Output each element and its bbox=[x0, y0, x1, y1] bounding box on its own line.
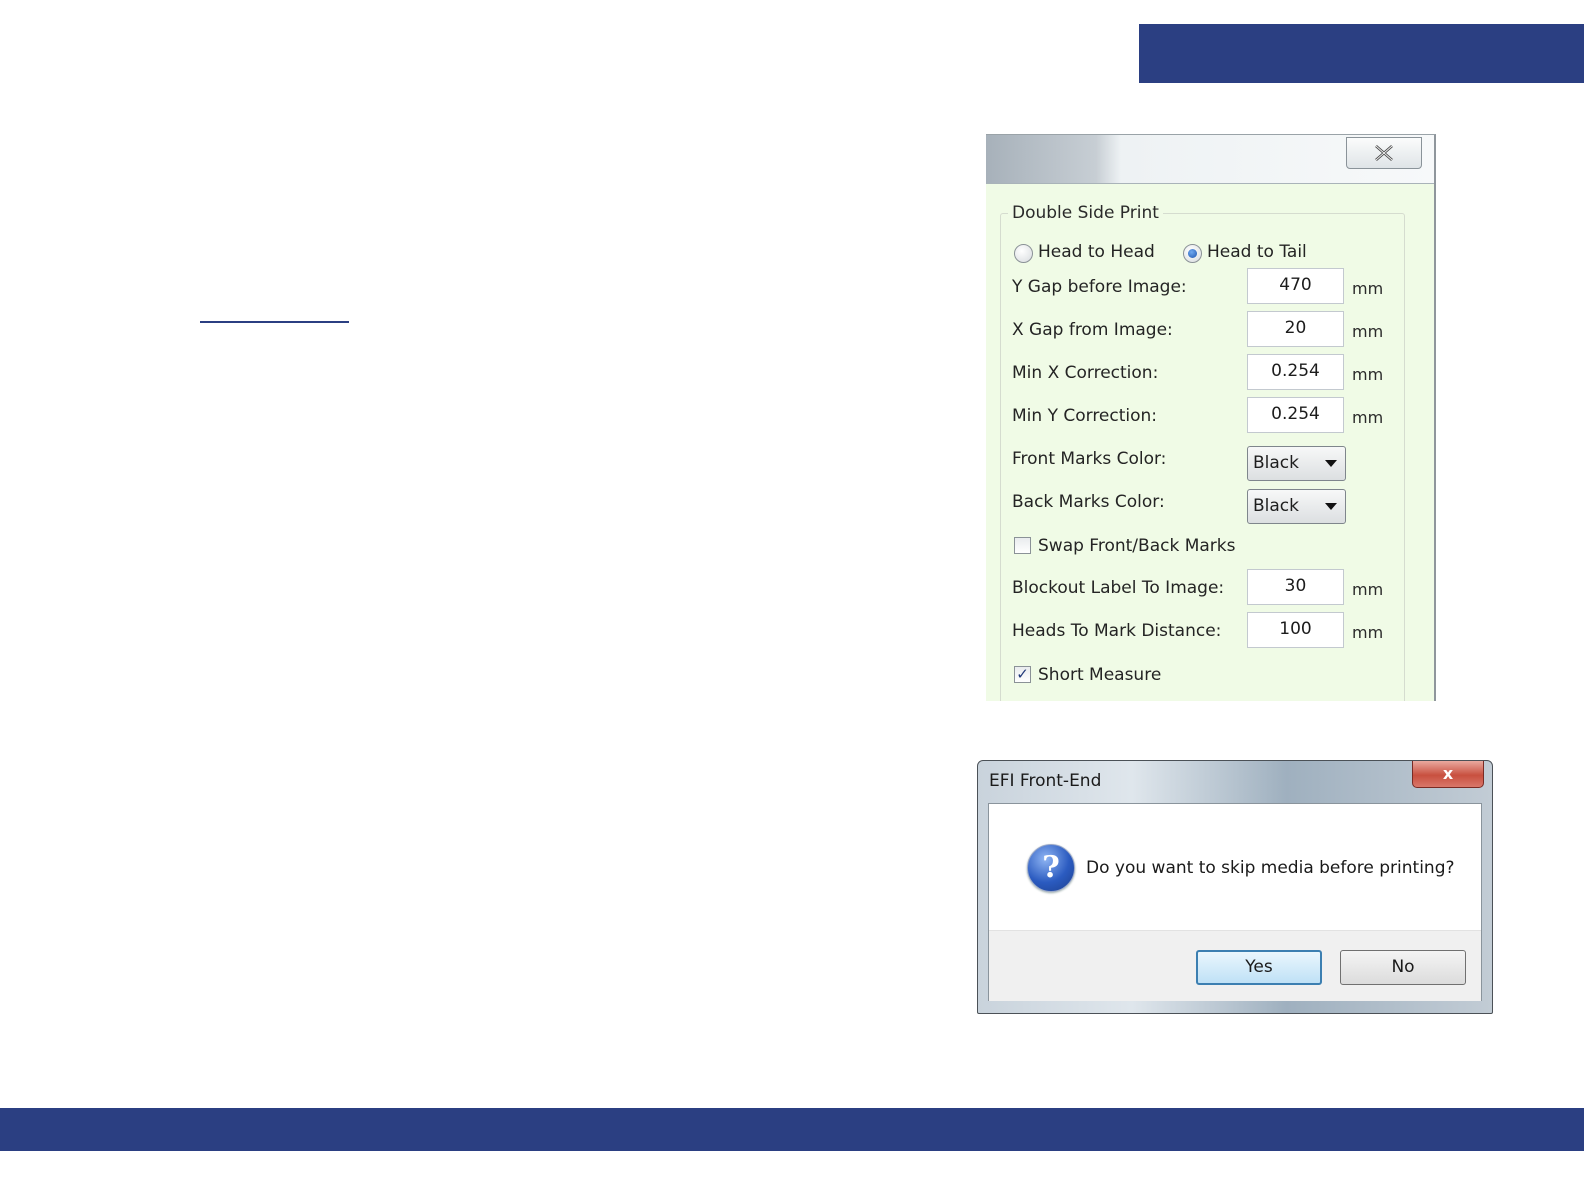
message-box-body: ? Do you want to skip media before print… bbox=[988, 803, 1482, 1001]
x-gap-label: X Gap from Image: bbox=[1012, 320, 1173, 340]
swap-front-back-label: Swap Front/Back Marks bbox=[1038, 536, 1236, 556]
footer-brand-bar bbox=[0, 1108, 1584, 1151]
dialog-close-button[interactable] bbox=[1346, 137, 1422, 169]
message-box-title: EFI Front-End bbox=[989, 771, 1102, 791]
blockout-label-unit: mm bbox=[1352, 580, 1384, 599]
message-box-button-bar: Yes No bbox=[989, 930, 1481, 1001]
x-gap-input[interactable]: 20 bbox=[1247, 311, 1344, 347]
x-gap-unit: mm bbox=[1352, 322, 1384, 341]
question-icon: ? bbox=[1027, 844, 1075, 892]
min-y-correction-unit: mm bbox=[1352, 408, 1384, 427]
message-box-close-button[interactable]: x bbox=[1412, 761, 1484, 788]
heads-to-mark-input[interactable]: 100 bbox=[1247, 612, 1344, 648]
swap-front-back-checkbox[interactable] bbox=[1014, 537, 1031, 554]
heads-to-mark-label: Heads To Mark Distance: bbox=[1012, 621, 1222, 641]
back-marks-color-value: Black bbox=[1253, 496, 1299, 516]
min-y-correction-label: Min Y Correction: bbox=[1012, 406, 1158, 426]
min-x-correction-unit: mm bbox=[1352, 365, 1384, 384]
blockout-label-input[interactable]: 30 bbox=[1247, 569, 1344, 605]
min-x-correction-label: Min X Correction: bbox=[1012, 363, 1159, 383]
min-y-correction-input[interactable]: 0.254 bbox=[1247, 397, 1344, 433]
y-gap-unit: mm bbox=[1352, 279, 1384, 298]
no-button[interactable]: No bbox=[1340, 950, 1466, 985]
front-marks-color-value: Black bbox=[1253, 453, 1299, 473]
radio-head-to-tail[interactable] bbox=[1183, 244, 1202, 263]
back-marks-color-label: Back Marks Color: bbox=[1012, 492, 1165, 512]
back-marks-color-select[interactable]: Black bbox=[1247, 489, 1346, 524]
chevron-down-icon bbox=[1325, 503, 1337, 510]
short-measure-checkbox[interactable]: ✓ bbox=[1014, 666, 1031, 683]
efi-message-box: EFI Front-End x ? Do you want to skip me… bbox=[977, 760, 1493, 1014]
yes-button[interactable]: Yes bbox=[1196, 950, 1322, 985]
decorative-underline bbox=[200, 321, 349, 323]
radio-head-to-head[interactable] bbox=[1014, 244, 1033, 263]
chevron-down-icon bbox=[1325, 460, 1337, 467]
dialog-titlebar bbox=[986, 135, 1434, 184]
heads-to-mark-unit: mm bbox=[1352, 623, 1384, 642]
front-marks-color-select[interactable]: Black bbox=[1247, 446, 1346, 481]
close-icon: x bbox=[1442, 764, 1454, 783]
front-marks-color-label: Front Marks Color: bbox=[1012, 449, 1167, 469]
radio-head-to-tail-label: Head to Tail bbox=[1207, 242, 1307, 262]
group-title: Double Side Print bbox=[1008, 203, 1163, 223]
y-gap-label: Y Gap before Image: bbox=[1012, 277, 1187, 297]
radio-head-to-head-label: Head to Head bbox=[1038, 242, 1155, 262]
header-brand-bar bbox=[1139, 24, 1584, 83]
short-measure-label: Short Measure bbox=[1038, 665, 1162, 685]
double-side-print-dialog: Double Side Print Head to Head Head to T… bbox=[986, 134, 1436, 701]
blockout-label-label: Blockout Label To Image: bbox=[1012, 578, 1225, 598]
min-x-correction-input[interactable]: 0.254 bbox=[1247, 354, 1344, 390]
y-gap-input[interactable]: 470 bbox=[1247, 268, 1344, 304]
message-text: Do you want to skip media before printin… bbox=[1086, 858, 1455, 878]
close-icon bbox=[1375, 145, 1393, 161]
